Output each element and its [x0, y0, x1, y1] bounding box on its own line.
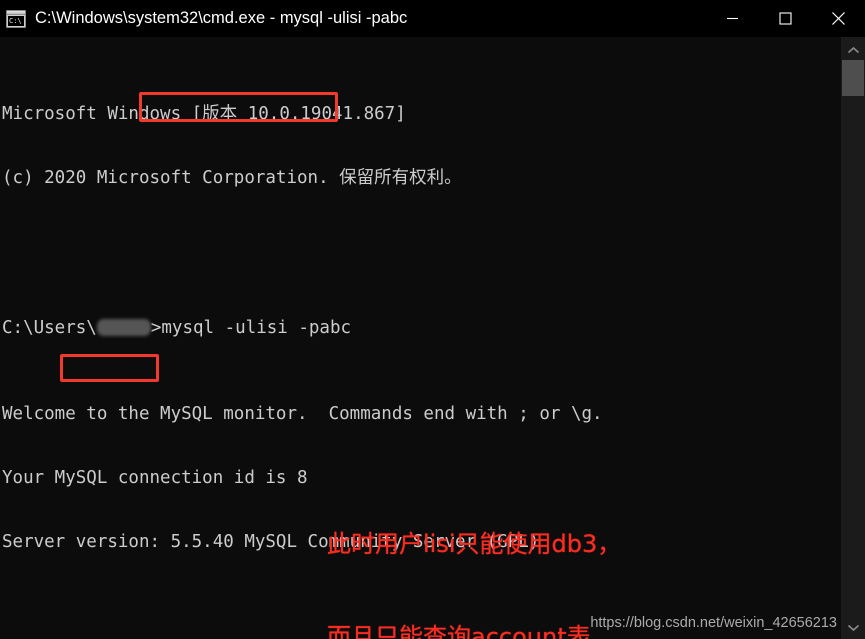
console-line: (c) 2020 Microsoft Corporation. 保留所有权利。 [2, 168, 462, 189]
chevron-up-icon [847, 46, 859, 53]
scroll-down-button[interactable] [841, 617, 865, 637]
chevron-down-icon [847, 624, 859, 631]
minimize-icon [727, 17, 738, 20]
maximize-button[interactable] [759, 0, 812, 37]
title-bar[interactable]: C:\ C:\Windows\system32\cmd.exe - mysql … [0, 0, 865, 37]
close-button[interactable] [812, 0, 865, 37]
maximize-icon [779, 12, 792, 25]
icon-screen-glyph: C:\ [8, 15, 24, 26]
console-line: Welcome to the MySQL monitor. Commands e… [2, 403, 603, 424]
close-icon [832, 12, 845, 25]
icon-titlebar-stripe [7, 10, 25, 15]
scrollbar-track[interactable] [841, 60, 865, 617]
console-prompt-line: C:\Users\ >mysql -ulisi -pabc [2, 318, 841, 339]
title-bar-left: C:\ C:\Windows\system32\cmd.exe - mysql … [0, 9, 706, 28]
redacted-username [96, 319, 151, 337]
prompt-caret: > [150, 318, 162, 339]
scroll-up-button[interactable] [841, 40, 865, 60]
window-controls [706, 0, 865, 37]
minimize-button[interactable] [706, 0, 759, 37]
cmd-window: C:\ C:\Windows\system32\cmd.exe - mysql … [0, 0, 865, 639]
annotation-line-2: 而且只能查询account表 [327, 623, 591, 639]
console-line: Microsoft Windows [版本 10.0.19041.867] [2, 104, 406, 125]
window-title: C:\Windows\system32\cmd.exe - mysql -uli… [35, 9, 408, 27]
cmd-console-icon: C:\ [6, 9, 26, 28]
vertical-scrollbar[interactable] [841, 37, 865, 639]
scrollbar-thumb[interactable] [842, 60, 864, 96]
annotation-note: 此时用户lisi只能使用db3， 而且只能查询account表 [327, 467, 621, 639]
annotation-line-1: 此时用户lisi只能使用db3， [327, 530, 622, 558]
login-command-text: mysql -ulisi -pabc [161, 318, 352, 339]
blog-watermark: https://blog.csdn.net/weixin_42656213 [590, 615, 837, 631]
prompt-path: C:\Users\ [2, 318, 97, 339]
